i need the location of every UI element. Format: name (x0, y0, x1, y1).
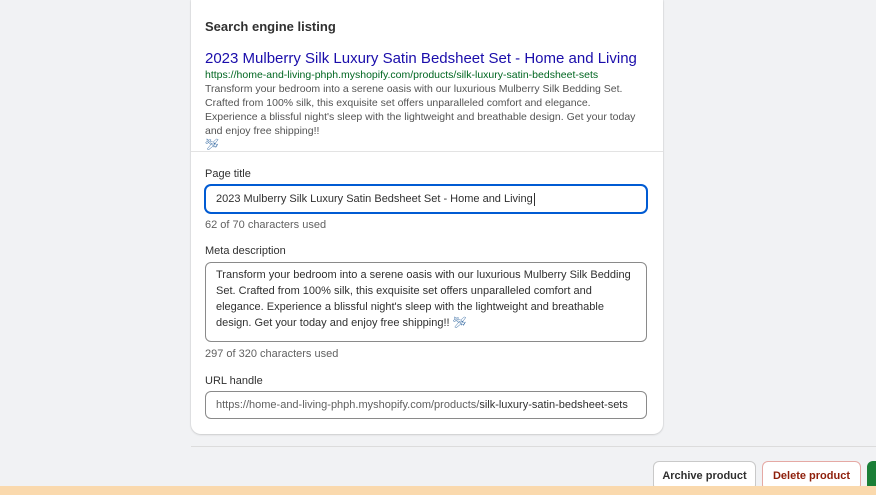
url-handle-input[interactable]: https://home-and-living-phph.myshopify.c… (205, 391, 647, 419)
page-title-character-count: 62 of 70 characters used (205, 219, 327, 231)
serp-preview-description: Transform your bedroom into a serene oas… (205, 82, 645, 152)
bottom-banner (0, 486, 876, 495)
serp-preview-url: https://home-and-living-phph.myshopify.c… (205, 69, 599, 81)
page-title-value: 2023 Mulberry Silk Luxury Satin Bedsheet… (216, 193, 533, 205)
text-caret (533, 192, 535, 206)
serp-preview-title: 2023 Mulberry Silk Luxury Satin Bedsheet… (205, 50, 637, 67)
airplane-emoji-icon: 🛩 (205, 139, 219, 151)
page-title-label: Page title (205, 168, 251, 180)
card-title: Search engine listing (205, 19, 336, 34)
airplane-emoji-icon: 🛩 (452, 317, 467, 329)
serp-preview-description-text: Transform your bedroom into a serene oas… (205, 83, 636, 137)
search-engine-listing-card: Search engine listing 2023 Mulberry Silk… (191, 0, 663, 434)
url-handle-prefix: https://home-and-living-phph.myshopify.c… (216, 399, 480, 411)
url-handle-label: URL handle (205, 375, 263, 387)
meta-description-value: Transform your bedroom into a serene oas… (216, 269, 631, 329)
meta-description-character-count: 297 of 320 characters used (205, 348, 339, 360)
footer-divider (191, 446, 876, 447)
meta-description-textarea[interactable]: Transform your bedroom into a serene oas… (205, 262, 647, 342)
meta-description-label: Meta description (205, 245, 286, 257)
section-divider (191, 151, 663, 152)
url-handle-value: silk-luxury-satin-bedsheet-sets (479, 399, 628, 411)
page-title-input[interactable]: 2023 Mulberry Silk Luxury Satin Bedsheet… (205, 185, 647, 213)
